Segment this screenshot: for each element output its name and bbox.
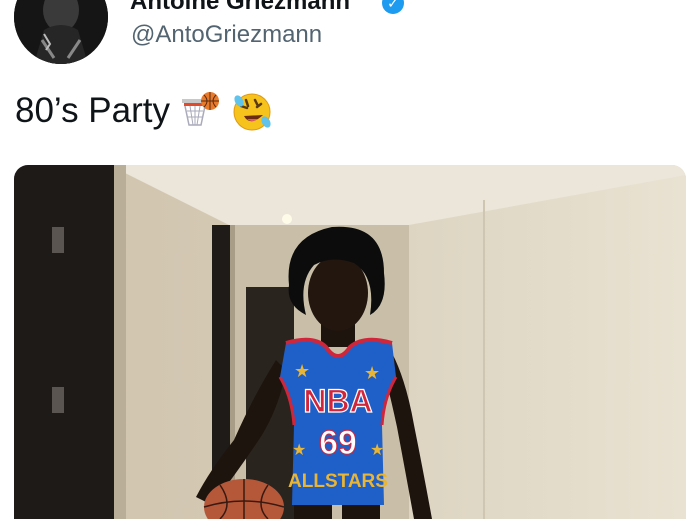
author-display-name[interactable]: Antoine Griezmann	[130, 0, 350, 16]
svg-text:★: ★	[364, 363, 380, 384]
jersey-brand-text: NBA	[303, 383, 372, 419]
svg-text:★: ★	[292, 440, 306, 459]
verified-badge-icon: ✓	[382, 0, 404, 14]
basketball-hoop-icon	[178, 89, 222, 133]
jersey-number: 69	[319, 424, 357, 462]
author-handle[interactable]: @AntoGriezmann	[131, 21, 322, 49]
avatar[interactable]	[14, 0, 108, 64]
tweet-text: 80’s Party	[15, 91, 170, 130]
tweet-text-row: 80’s Party	[15, 89, 274, 133]
svg-text:★: ★	[370, 440, 384, 459]
jersey-team-text: ALLSTARS	[288, 471, 388, 492]
rolling-on-floor-laughing-icon	[230, 89, 274, 133]
tweet-photo[interactable]: ★ ★ ★ ★ NBA 69 ALLSTARS	[14, 165, 686, 519]
svg-text:★: ★	[294, 361, 310, 382]
